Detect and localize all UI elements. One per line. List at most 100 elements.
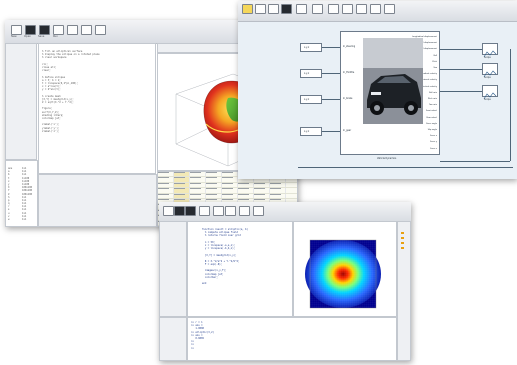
table-cell[interactable] [174,193,190,198]
table-cell[interactable] [222,193,238,198]
table-cell[interactable] [158,193,174,198]
table-cell[interactable] [174,172,190,177]
table-cell[interactable] [222,188,238,193]
subsystem-input-port[interactable]: In_throttle [343,71,354,75]
scope-block-3[interactable] [482,85,498,100]
table-cell[interactable] [174,182,190,188]
table-cell[interactable] [254,182,270,188]
ide2-tool-8[interactable] [253,206,264,216]
table-cell[interactable] [270,193,286,198]
scope-block-2[interactable] [482,63,498,78]
table-cell[interactable] [190,177,206,182]
table-cell[interactable] [174,177,190,182]
subsystem-output-port[interactable]: Force z [430,148,437,151]
table-cell[interactable] [158,177,174,182]
table-cell[interactable] [190,188,206,193]
toolbar-button-5[interactable] [67,25,78,35]
diagram-tool-1[interactable] [242,4,253,14]
table-cell[interactable] [206,188,222,193]
ide2-workspace[interactable] [159,317,187,361]
ide2-tool-6[interactable] [225,206,236,216]
diagram-tool-11[interactable] [384,4,395,14]
run-button[interactable] [53,25,64,35]
subsystem-output-port[interactable]: Lateral velocity [422,79,437,82]
table-cell[interactable] [206,182,222,188]
subsystem-output-port[interactable]: Pitch rate [428,98,437,101]
subsystem-output-port[interactable]: Front wheel [426,110,437,113]
diagram-tool-9[interactable] [356,4,367,14]
table-cell[interactable] [270,182,286,188]
subsystem-output-port[interactable]: Rear wheel [426,117,437,120]
table-cell[interactable] [206,172,222,177]
table-cell[interactable] [238,182,254,188]
table-cell[interactable] [158,172,174,177]
diagram-tool-6[interactable] [312,4,323,14]
diagram-tool-7[interactable] [328,4,339,14]
toolbar-button-7[interactable] [95,25,106,35]
subsystem-output-port[interactable]: Force y [430,141,437,144]
subsystem-output-port[interactable]: Yaw [433,67,437,70]
ide2-open-button[interactable] [174,206,185,216]
diagram-tool-10[interactable] [370,4,381,14]
code-editor[interactable]: % fill an elliptical surface% display th… [38,43,156,174]
ide2-file-browser[interactable] [159,221,187,317]
subsystem-input-port[interactable]: In_brake [343,97,352,101]
table-cell[interactable] [206,193,222,198]
diagram-canvas[interactable]: x,y,z x,y,z x,y,z x,y,z In_steering In_th… [238,21,517,179]
ide2-new-button[interactable] [163,206,174,216]
diagram-tool-2[interactable] [255,4,266,14]
subsystem-output-port[interactable]: Steer angle [426,123,437,126]
ide2-save-button[interactable] [185,206,196,216]
input-block-1[interactable]: x,y,z [300,43,322,52]
file-browser-pane[interactable] [5,43,37,160]
table-cell[interactable] [158,188,174,193]
subsystem-input-port[interactable]: In_steering [343,45,355,49]
ide2-console[interactable]: >> r = 1 >> ans = 1.0000 >> elliptic(3,2) >… [187,317,397,361]
workspace-pane[interactable]: ans 1x1 a 1x1 b 1x1 t 1x100 x 1x100 y 1x100 X 100x100… [5,160,38,227]
workspace-row[interactable]: w 1x1 [6,218,37,221]
table-cell[interactable] [222,177,238,182]
subsystem-output-port[interactable]: Roll [434,55,437,58]
table-cell[interactable] [254,193,270,198]
code-editor-text[interactable]: % fill an elliptical surface% display th… [42,50,152,133]
save-file-button[interactable] [39,25,50,35]
diagram-tool-5[interactable] [296,4,307,14]
table-cell[interactable] [206,177,222,182]
subsystem-input-port[interactable]: In_gear [343,129,351,133]
diagram-tool-8[interactable] [342,4,353,14]
table-cell[interactable] [222,182,238,188]
ide2-tool-4[interactable] [199,206,210,216]
table-cell[interactable] [190,182,206,188]
input-block-3[interactable]: x,y,z [300,95,322,104]
table-cell[interactable] [222,172,238,177]
table-cell[interactable] [238,188,254,193]
vehicle-subsystem-block[interactable]: In_steering In_throttle In_brake In_gear Lo… [340,31,440,160]
table-cell[interactable] [158,182,174,188]
diagram-tool-4[interactable] [281,4,292,14]
subsystem-output-port[interactable]: Force x [430,135,437,138]
subsystem-output-port[interactable]: Yaw rate [429,104,437,107]
ide2-code-editor[interactable]: function result = elliptic(a, b) % compu… [187,221,293,317]
scope-block-1[interactable] [482,43,498,58]
subsystem-output-port[interactable]: Slip angle [428,129,437,132]
new-file-button[interactable] [11,25,22,35]
table-cell[interactable] [238,193,254,198]
subsystem-output-port[interactable]: Roll rate [429,92,437,95]
table-cell[interactable] [270,188,286,193]
input-block-2[interactable]: x,y,z [300,69,322,78]
diagram-tool-3[interactable] [268,4,279,14]
ide2-right-panel[interactable] [397,221,411,361]
ide2-tool-7[interactable] [239,206,250,216]
table-cell[interactable] [254,188,270,193]
toolbar-button-6[interactable] [81,25,92,35]
table-cell[interactable] [174,188,190,193]
table-cell[interactable] [190,172,206,177]
table-cell[interactable] [190,193,206,198]
ide2-code-text[interactable]: function result = elliptic(a, b) % compu… [202,228,289,285]
ide2-figure[interactable] [293,221,397,317]
open-file-button[interactable] [25,25,36,35]
subsystem-output-port[interactable]: Vertical velocity [422,86,437,89]
subsystem-output-port[interactable]: Pitch [432,61,437,64]
ide2-tool-5[interactable] [213,206,224,216]
input-block-4[interactable]: x,y,z [300,127,322,136]
